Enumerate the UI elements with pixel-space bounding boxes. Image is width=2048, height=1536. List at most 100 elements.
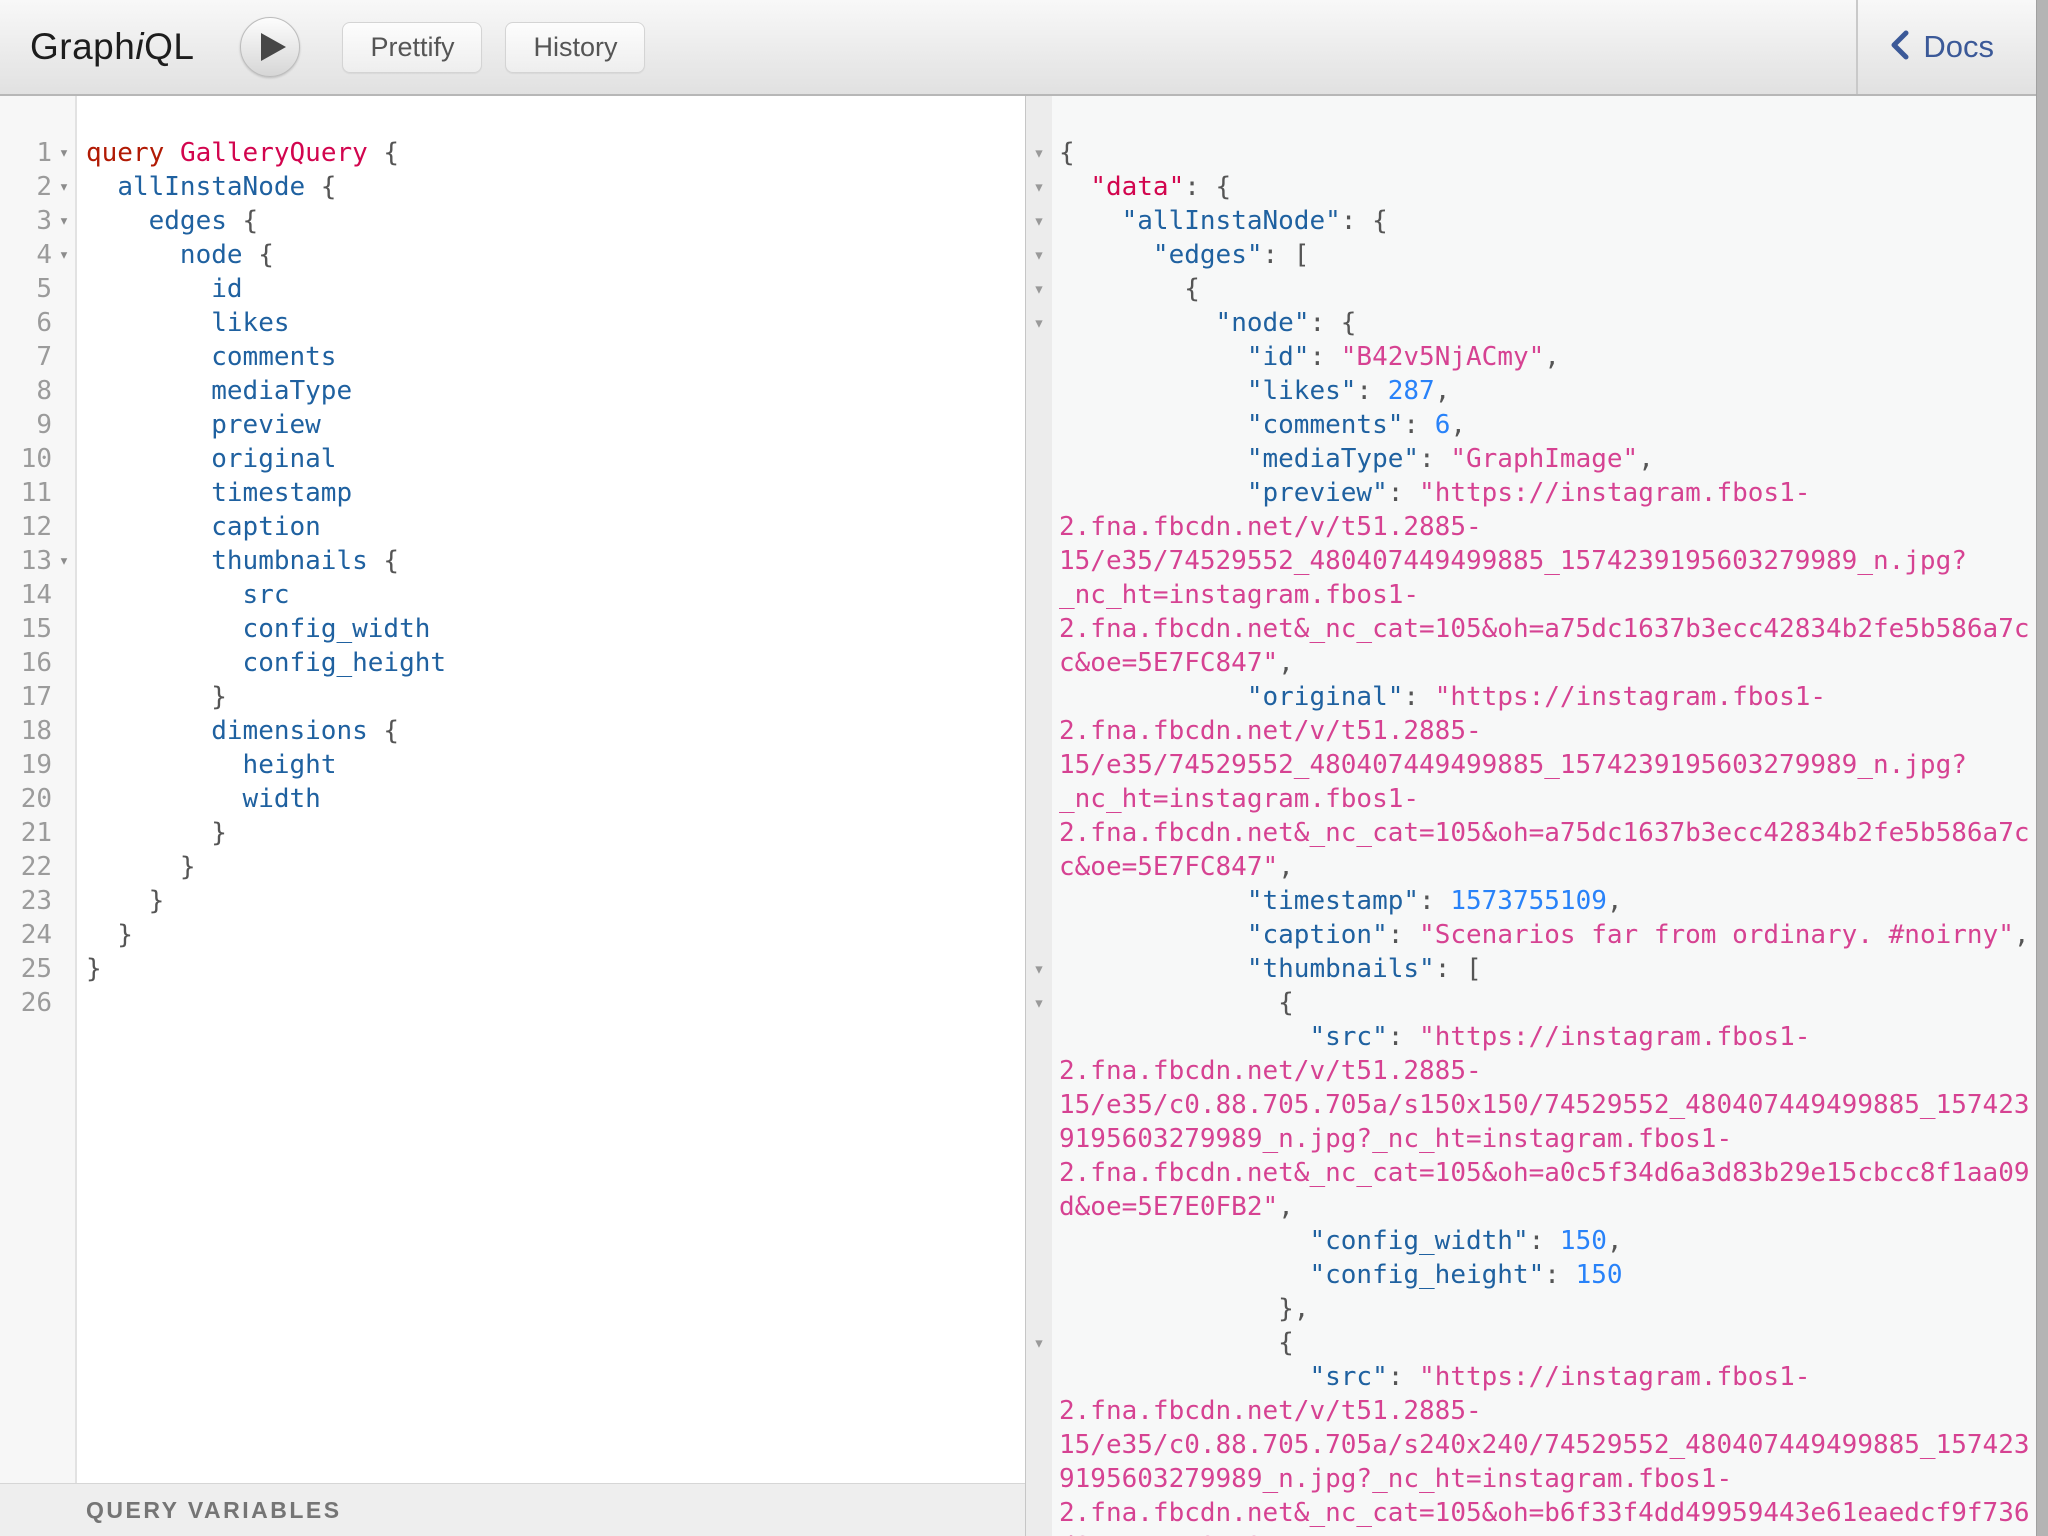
code-line: 2.fna.fbcdn.net/v/t51.2885- bbox=[1026, 510, 2048, 544]
fold-arrow-icon[interactable]: ▾ bbox=[1026, 1326, 1052, 1360]
code-text: comments bbox=[76, 340, 336, 374]
code-text: 9195603279989_n.jpg?_nc_ht=instagram.fbo… bbox=[1052, 1122, 1732, 1156]
code-text: thumbnails { bbox=[76, 544, 399, 578]
code-line: 14 src bbox=[0, 578, 1025, 612]
code-line: ▾ "thumbnails": [ bbox=[1026, 952, 2048, 986]
code-text: timestamp bbox=[76, 476, 352, 510]
fold-arrow-icon[interactable]: ▾ bbox=[1026, 306, 1052, 340]
code-text: edges { bbox=[76, 204, 258, 238]
code-line: 2▾ allInstaNode { bbox=[0, 170, 1025, 204]
fold-arrow-icon[interactable]: ▾ bbox=[52, 544, 76, 578]
line-number: 10 bbox=[0, 442, 52, 476]
query-editor[interactable]: 1▾query GalleryQuery {2▾ allInstaNode {3… bbox=[0, 96, 1025, 1483]
fold-arrow-icon[interactable]: ▾ bbox=[1026, 272, 1052, 306]
fold-gutter-slot bbox=[1026, 1122, 1052, 1156]
code-text: "data": { bbox=[1052, 170, 1231, 204]
fold-arrow-icon[interactable]: ▾ bbox=[52, 238, 76, 272]
fold-gutter-slot bbox=[1026, 884, 1052, 918]
history-button[interactable]: History bbox=[505, 22, 645, 73]
code-line: 23 } bbox=[0, 884, 1025, 918]
code-text: mediaType bbox=[76, 374, 352, 408]
fold-arrow-icon[interactable]: ▾ bbox=[52, 170, 76, 204]
code-line: "caption": "Scenarios far from ordinary.… bbox=[1026, 918, 2048, 952]
code-line: 2.fna.fbcdn.net&_nc_cat=105&oh=a75dc1637… bbox=[1026, 816, 2048, 850]
code-text: "timestamp": 1573755109, bbox=[1052, 884, 1623, 918]
docs-link[interactable]: Docs bbox=[1856, 0, 2048, 94]
code-line: "src": "https://instagram.fbos1- bbox=[1026, 1020, 2048, 1054]
code-line: 1▾query GalleryQuery { bbox=[0, 136, 1025, 170]
code-text: d&oe=5E7E0FB2", bbox=[1052, 1530, 1294, 1536]
code-text: "src": "https://instagram.fbos1- bbox=[1052, 1360, 1810, 1394]
line-number: 4 bbox=[0, 238, 52, 272]
fold-arrow-icon[interactable]: ▾ bbox=[1026, 170, 1052, 204]
toolbar: GraphiQL Prettify History Docs bbox=[0, 0, 2048, 96]
code-line: 15/e35/74529552_480407449499885_15742391… bbox=[1026, 544, 2048, 578]
line-number: 5 bbox=[0, 272, 52, 306]
fold-arrow-icon[interactable]: ▾ bbox=[1026, 986, 1052, 1020]
fold-arrow-icon[interactable]: ▾ bbox=[1026, 204, 1052, 238]
code-text: "likes": 287, bbox=[1052, 374, 1450, 408]
code-line: d&oe=5E7E0FB2", bbox=[1026, 1190, 2048, 1224]
code-text: height bbox=[76, 748, 336, 782]
code-line: 17 } bbox=[0, 680, 1025, 714]
code-line: 4▾ node { bbox=[0, 238, 1025, 272]
code-text: "allInstaNode": { bbox=[1052, 204, 1388, 238]
code-line: ▾ { bbox=[1026, 986, 2048, 1020]
code-line: "config_width": 150, bbox=[1026, 1224, 2048, 1258]
code-line: "preview": "https://instagram.fbos1- bbox=[1026, 476, 2048, 510]
fold-arrow-icon[interactable]: ▾ bbox=[1026, 136, 1052, 170]
page-scrollbar[interactable] bbox=[2036, 0, 2048, 1536]
code-line: 15 config_width bbox=[0, 612, 1025, 646]
result-viewer[interactable]: ▾{▾ "data": {▾ "allInstaNode": {▾ "edges… bbox=[1025, 96, 2048, 1536]
line-number: 8 bbox=[0, 374, 52, 408]
code-text: preview bbox=[76, 408, 321, 442]
fold-gutter-slot bbox=[1026, 1224, 1052, 1258]
fold-gutter-slot bbox=[1026, 918, 1052, 952]
code-text: d&oe=5E7E0FB2", bbox=[1052, 1190, 1294, 1224]
code-line: 2.fna.fbcdn.net&_nc_cat=105&oh=b6f33f4dd… bbox=[1026, 1496, 2048, 1530]
execute-query-button[interactable] bbox=[240, 17, 300, 77]
line-number: 12 bbox=[0, 510, 52, 544]
fold-arrow-icon[interactable]: ▾ bbox=[52, 204, 76, 238]
fold-gutter-slot bbox=[1026, 646, 1052, 680]
fold-gutter-slot bbox=[1026, 1530, 1052, 1536]
code-line: 10 original bbox=[0, 442, 1025, 476]
fold-arrow-icon[interactable]: ▾ bbox=[52, 136, 76, 170]
fold-arrow-icon[interactable]: ▾ bbox=[1026, 238, 1052, 272]
line-number: 21 bbox=[0, 816, 52, 850]
code-text: dimensions { bbox=[76, 714, 399, 748]
code-line: 22 } bbox=[0, 850, 1025, 884]
code-line: 3▾ edges { bbox=[0, 204, 1025, 238]
fold-gutter-slot bbox=[1026, 1156, 1052, 1190]
line-number: 13 bbox=[0, 544, 52, 578]
fold-gutter-slot bbox=[1026, 544, 1052, 578]
fold-gutter-slot bbox=[1026, 476, 1052, 510]
code-line: 15/e35/74529552_480407449499885_15742391… bbox=[1026, 748, 2048, 782]
code-text: node { bbox=[76, 238, 274, 272]
code-line: 8 mediaType bbox=[0, 374, 1025, 408]
fold-gutter-slot bbox=[1026, 782, 1052, 816]
code-text: query GalleryQuery { bbox=[76, 136, 399, 170]
code-text: original bbox=[76, 442, 336, 476]
fold-gutter-slot bbox=[1026, 510, 1052, 544]
code-text: src bbox=[76, 578, 290, 612]
code-text: "src": "https://instagram.fbos1- bbox=[1052, 1020, 1810, 1054]
fold-gutter-slot bbox=[1026, 340, 1052, 374]
code-text: } bbox=[76, 884, 164, 918]
code-text: _nc_ht=instagram.fbos1- bbox=[1052, 578, 1419, 612]
code-text: 2.fna.fbcdn.net/v/t51.2885- bbox=[1052, 714, 1482, 748]
line-number: 15 bbox=[0, 612, 52, 646]
line-number: 3 bbox=[0, 204, 52, 238]
fold-arrow-icon[interactable]: ▾ bbox=[1026, 952, 1052, 986]
code-line: 24 } bbox=[0, 918, 1025, 952]
logo-text-i: i bbox=[135, 26, 144, 67]
code-text: "config_height": 150 bbox=[1052, 1258, 1623, 1292]
code-text: "mediaType": "GraphImage", bbox=[1052, 442, 1654, 476]
code-text: "id": "B42v5NjACmy", bbox=[1052, 340, 1560, 374]
fold-gutter-slot bbox=[1026, 1054, 1052, 1088]
query-variables-header[interactable]: QUERY VARIABLES bbox=[0, 1483, 1025, 1536]
code-text: "comments": 6, bbox=[1052, 408, 1466, 442]
code-line: 5 id bbox=[0, 272, 1025, 306]
fold-gutter-slot bbox=[1026, 1088, 1052, 1122]
prettify-button[interactable]: Prettify bbox=[342, 22, 482, 73]
